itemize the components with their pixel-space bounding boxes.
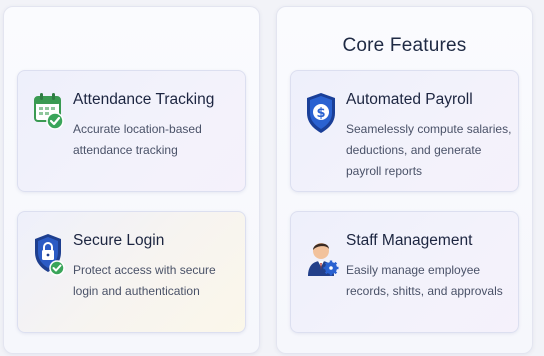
left-feature-panel: Attendance Tracking Accurate location-ba… [3, 6, 260, 354]
card-description: Easily manage employee records, shitts, … [346, 263, 503, 298]
feature-card-automated-payroll: $ Automated Payroll Seamelessly compute … [290, 70, 519, 192]
core-features-panel: Core Features $ Automated Payroll Seamel… [276, 6, 533, 354]
shield-lock-icon [32, 232, 68, 280]
calendar-check-icon [32, 91, 68, 139]
panel-title: Core Features [342, 35, 467, 56]
card-title: Automated Payroll [346, 91, 473, 108]
card-description: Protect access with secure login and aut… [73, 263, 216, 298]
feature-card-staff-management: Staff Management Easily manage employee … [290, 211, 519, 333]
dollar-shield-icon: $ [305, 91, 341, 139]
card-title: Secure Login [73, 232, 165, 249]
card-description: Accurate location-based attendance track… [73, 122, 202, 157]
card-title: Attendance Tracking [73, 91, 215, 108]
feature-card-attendance-tracking: Attendance Tracking Accurate location-ba… [17, 70, 246, 192]
svg-text:$: $ [316, 106, 325, 121]
card-title: Staff Management [346, 232, 473, 249]
employee-gear-icon [305, 232, 341, 280]
feature-card-secure-login: Secure Login Protect access with secure … [17, 211, 246, 333]
card-description: Seamelessly compute salaries, deductions… [346, 122, 512, 178]
